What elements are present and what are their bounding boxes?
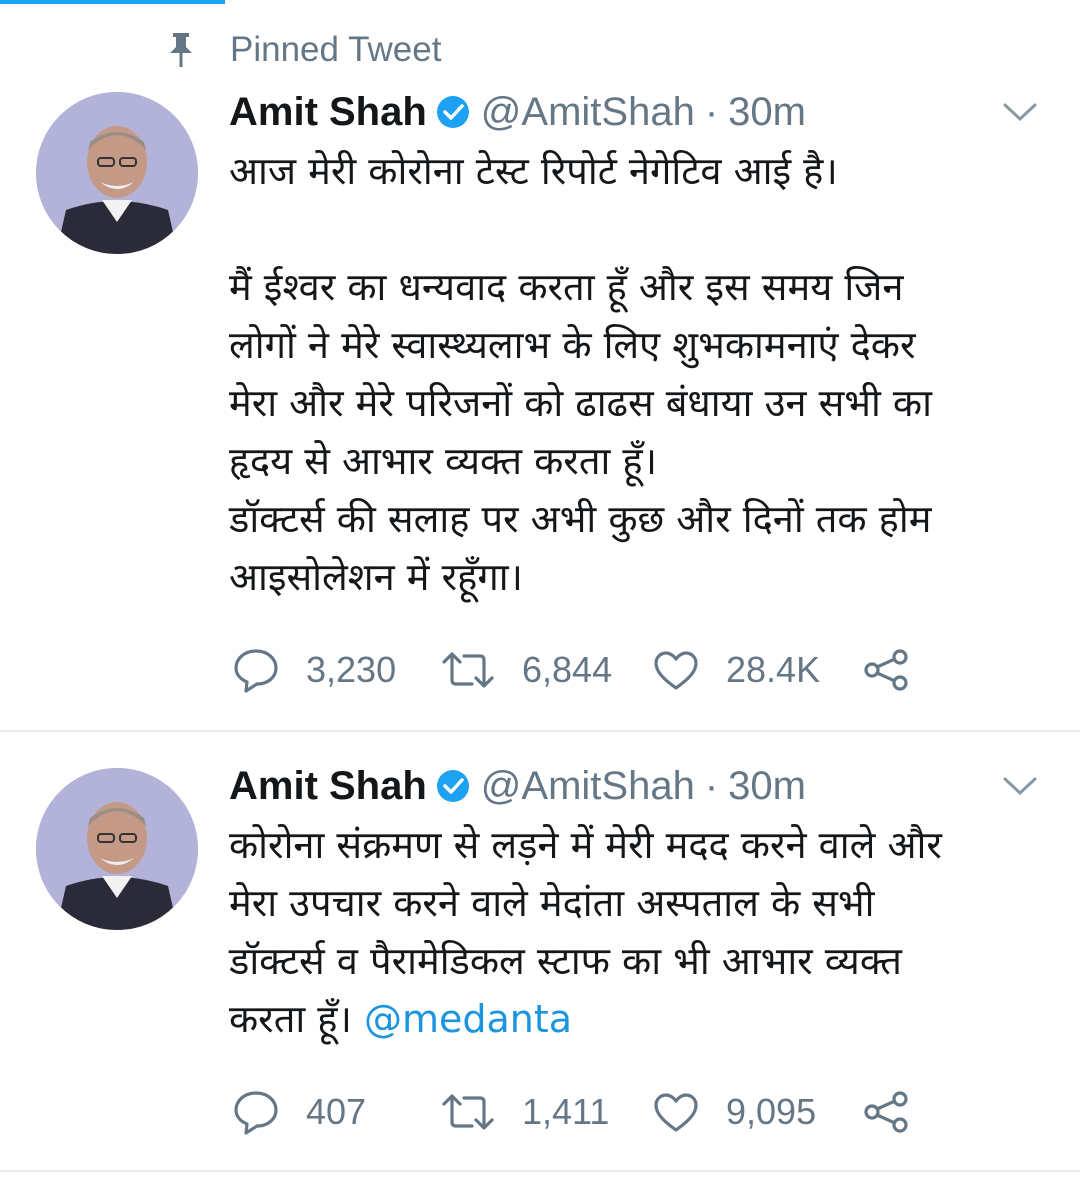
reply-icon	[232, 1089, 280, 1135]
share-button[interactable]	[862, 648, 910, 692]
reply-count: 3,230	[306, 649, 397, 690]
share-icon	[862, 1090, 910, 1134]
avatar[interactable]	[36, 768, 198, 930]
heart-icon	[652, 1091, 700, 1133]
tweet-actions: 3,230 6,844 28.4K	[232, 645, 910, 695]
avatar[interactable]	[36, 92, 198, 254]
mention-link[interactable]: @medanta	[364, 997, 572, 1041]
separator-dot: ·	[704, 89, 719, 134]
share-button[interactable]	[862, 1090, 910, 1134]
author-handle[interactable]: @AmitShah	[481, 90, 695, 135]
tweet-line: आइसोलेशन में रहूँगा।	[229, 555, 523, 599]
tweet-line: करता हूँ। @medanta	[229, 990, 1059, 1048]
reply-icon	[232, 647, 280, 693]
tweet-line: मेरा और मेरे परिजनों को ढाढस बंधाया उन स…	[229, 381, 932, 425]
like-button[interactable]: 28.4K	[652, 649, 862, 691]
verified-badge-icon	[435, 768, 471, 804]
pinned-tweet-label-row: Pinned Tweet	[166, 30, 441, 70]
tweet-line: आज मेरी कोरोना टेस्ट रिपोर्ट नेगेटिव आई …	[229, 149, 838, 193]
retweet-count: 1,411	[522, 1091, 610, 1132]
tweet-line: मेरा उपचार करने वाले मेदांता अस्पताल के …	[229, 881, 875, 925]
tweet-header: Amit Shah @AmitShah · 30m	[229, 84, 806, 140]
author-name[interactable]: Amit Shah	[229, 764, 427, 809]
tweet-line-blank	[229, 200, 1059, 258]
retweet-button[interactable]: 1,411	[440, 1091, 652, 1133]
like-count: 28.4K	[726, 649, 821, 690]
reply-button[interactable]: 407	[232, 1089, 440, 1135]
heart-icon	[652, 649, 700, 691]
share-icon	[862, 648, 910, 692]
retweet-count: 6,844	[522, 649, 613, 690]
retweet-icon	[440, 650, 496, 690]
tweet-pinned[interactable]: Pinned Tweet Amit Shah @AmitShah · 30m आ…	[0, 0, 1080, 732]
like-button[interactable]: 9,095	[652, 1091, 862, 1133]
tweet-line: मैं ईश्वर का धन्यवाद करता हूँ और इस समय …	[229, 265, 904, 309]
reply-button[interactable]: 3,230	[232, 647, 440, 693]
tweet[interactable]: Amit Shah @AmitShah · 30m कोरोना संक्रमण…	[0, 732, 1080, 1172]
pinned-tweet-label: Pinned Tweet	[230, 30, 442, 69]
tweet-timestamp[interactable]: 30m	[728, 90, 806, 135]
tweet-line: कोरोना संक्रमण से लड़ने में मेरी मदद करन…	[229, 823, 942, 867]
tweet-timestamp[interactable]: 30m	[728, 764, 806, 809]
tweet-line: डॉक्टर्स व पैरामेडिकल स्टाफ का भी आभार व…	[229, 939, 902, 983]
tweet-line: हृदय से आभार व्यक्त करता हूँ।	[229, 439, 658, 483]
tweet-actions: 407 1,411 9,095	[232, 1087, 910, 1137]
like-count: 9,095	[726, 1091, 817, 1132]
tweet-text: आज मेरी कोरोना टेस्ट रिपोर्ट नेगेटिव आई …	[229, 142, 1059, 606]
author-handle[interactable]: @AmitShah	[481, 764, 695, 809]
retweet-icon	[440, 1092, 496, 1132]
chevron-down-icon[interactable]	[1000, 92, 1040, 132]
tweet-line-text: करता हूँ।	[229, 997, 352, 1041]
verified-badge-icon	[435, 94, 471, 130]
separator-dot: ·	[704, 763, 719, 808]
retweet-button[interactable]: 6,844	[440, 649, 652, 691]
reply-count: 407	[306, 1091, 367, 1132]
tweet-line: लोगों ने मेरे स्वास्थ्यलाभ के लिए शुभकाम…	[229, 323, 916, 367]
chevron-down-icon[interactable]	[1000, 766, 1040, 806]
tweet-header: Amit Shah @AmitShah · 30m	[229, 758, 806, 814]
author-name[interactable]: Amit Shah	[229, 90, 427, 135]
tweet-text: कोरोना संक्रमण से लड़ने में मेरी मदद करन…	[229, 816, 1059, 1048]
pin-icon	[166, 32, 196, 68]
tweet-line: डॉक्टर्स की सलाह पर अभी कुछ और दिनों तक …	[229, 497, 932, 541]
